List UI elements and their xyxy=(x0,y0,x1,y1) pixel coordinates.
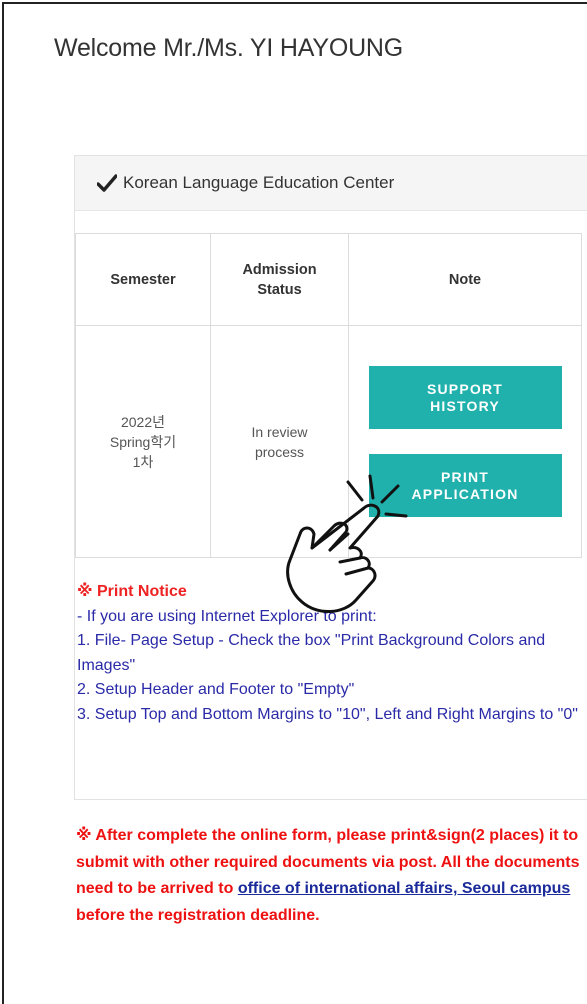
print-notice: ※ Print Notice - If you are using Intern… xyxy=(77,580,587,727)
warning-text-end: before the registration deadline. xyxy=(76,906,320,924)
panel-header: Korean Language Education Center xyxy=(75,156,587,211)
header-note: Note xyxy=(348,233,582,326)
cell-note: SUPPORT HISTORY PRINT APPLICATION xyxy=(348,325,582,558)
header-semester: Semester xyxy=(75,233,211,326)
panel-title: Korean Language Education Center xyxy=(123,173,395,192)
table-row: 2022년 Spring학기 1차 In review process SUPP… xyxy=(75,325,582,558)
check-icon xyxy=(97,174,117,192)
print-notice-line: 1. File- Page Setup - Check the box "Pri… xyxy=(77,632,546,674)
support-history-button[interactable]: SUPPORT HISTORY xyxy=(368,366,562,429)
print-notice-line: 2. Setup Header and Footer to "Empty" xyxy=(77,681,355,698)
admission-table: Semester Admission Status Note 2022년 Spr… xyxy=(75,233,582,558)
header-admission-status: Admission Status xyxy=(210,233,349,326)
print-notice-line: 3. Setup Top and Bottom Margins to "10",… xyxy=(77,705,578,723)
print-application-button[interactable]: PRINT APPLICATION xyxy=(368,454,562,517)
cell-semester: 2022년 Spring학기 1차 xyxy=(75,325,211,558)
print-notice-title: ※ Print Notice xyxy=(77,583,187,600)
welcome-heading: Welcome Mr./Ms. YI HAYOUNG xyxy=(54,34,404,62)
cell-status: In review process xyxy=(210,325,349,558)
office-link[interactable]: office of international affairs, Seoul c… xyxy=(238,880,571,897)
table-header-row: Semester Admission Status Note xyxy=(75,233,582,326)
print-notice-line: - If you are using Internet Explorer to … xyxy=(77,607,377,625)
submission-warning: ※ After complete the online form, please… xyxy=(76,823,581,929)
